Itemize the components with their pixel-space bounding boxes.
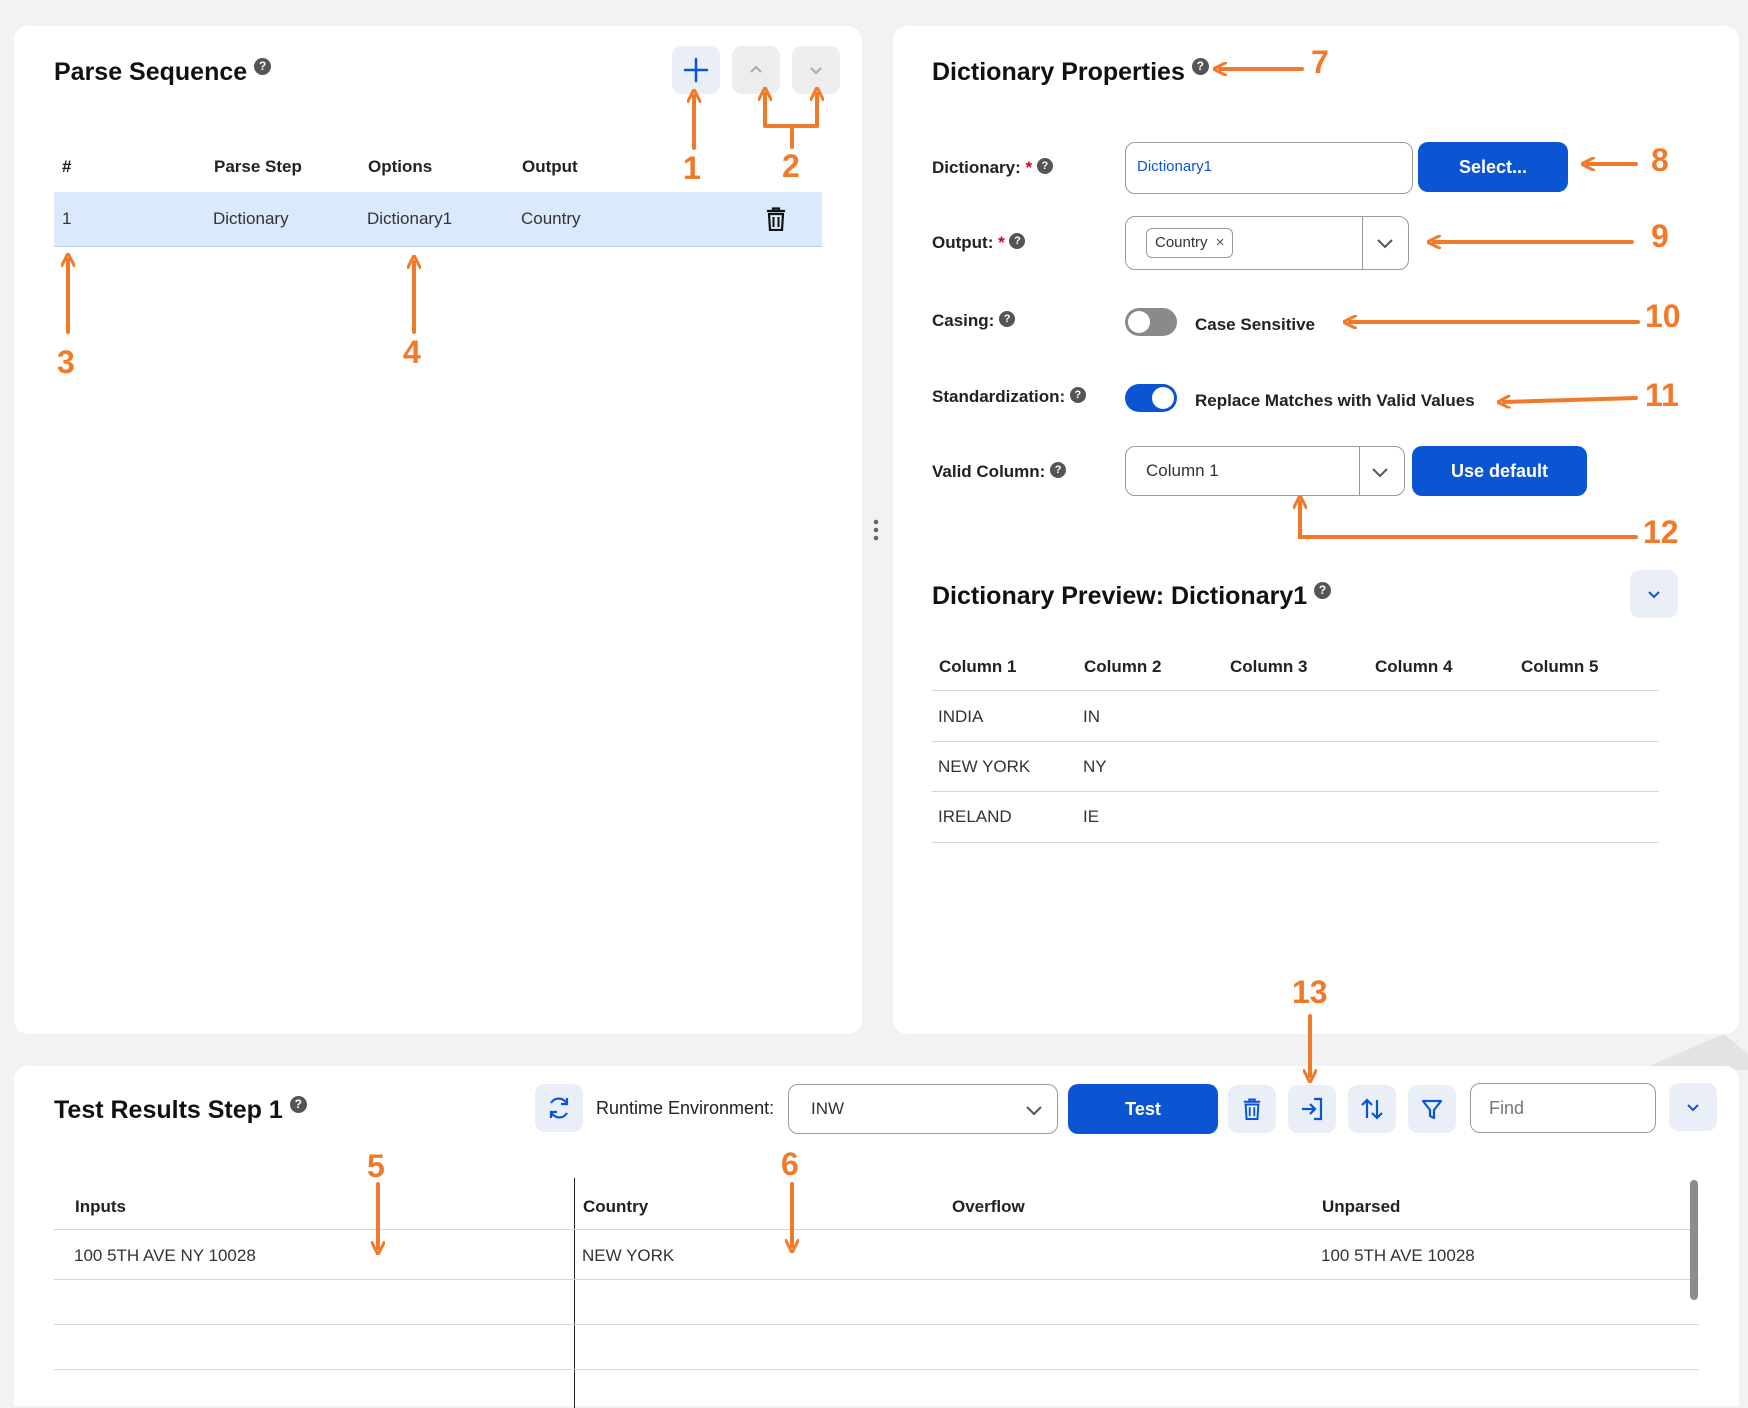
- annotation-label: 11: [1645, 377, 1679, 413]
- annotation-label: 7: [1311, 44, 1329, 80]
- annotation-label: 1: [683, 150, 701, 186]
- annotation-label: 9: [1651, 218, 1669, 254]
- annotation-label: 4: [403, 334, 421, 370]
- annotation-label: 10: [1645, 298, 1681, 334]
- annotation-label: 6: [781, 1146, 799, 1182]
- annotation-label: 13: [1292, 974, 1328, 1010]
- annotation-label: 12: [1643, 514, 1679, 550]
- annotation-label: 8: [1651, 142, 1669, 178]
- annotation-label: 5: [367, 1148, 385, 1184]
- annotation-label: 2: [782, 148, 800, 184]
- annotation-label: 3: [57, 344, 75, 380]
- annotation-arrows-icon: [0, 0, 1640, 1382]
